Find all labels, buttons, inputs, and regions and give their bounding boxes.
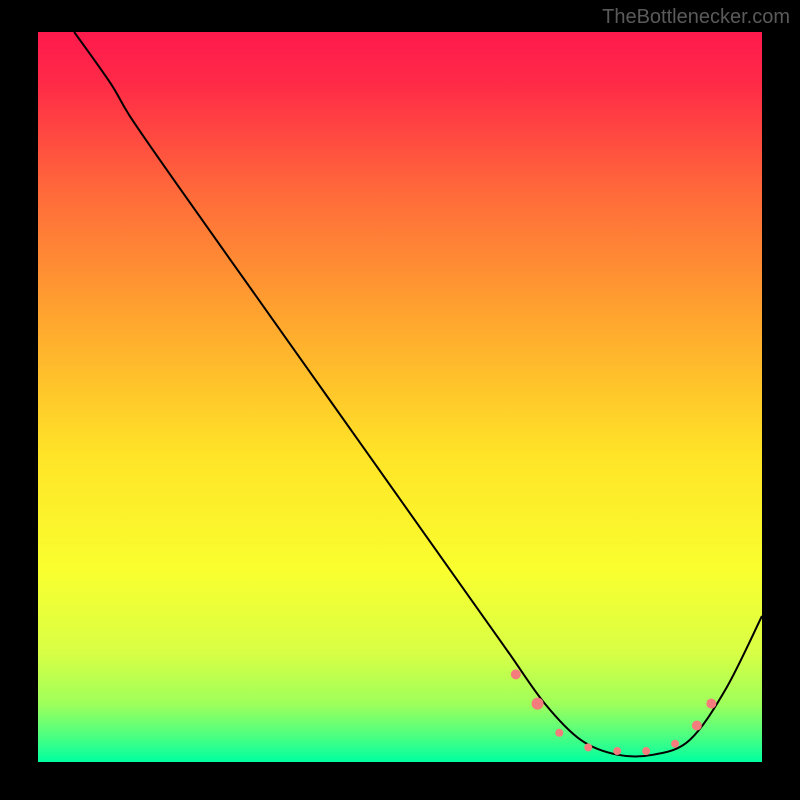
marker-dot bbox=[692, 721, 702, 731]
watermark-text: TheBottlenecker.com bbox=[602, 6, 790, 29]
marker-dot bbox=[532, 698, 544, 710]
marker-dot bbox=[671, 740, 679, 748]
marker-dot bbox=[706, 699, 716, 709]
marker-dot bbox=[642, 747, 650, 755]
chart-plot bbox=[38, 32, 762, 762]
chart-frame bbox=[38, 32, 762, 762]
marker-dot bbox=[613, 747, 621, 755]
marker-dot bbox=[555, 729, 563, 737]
marker-dot bbox=[511, 669, 521, 679]
marker-dot bbox=[584, 743, 592, 751]
